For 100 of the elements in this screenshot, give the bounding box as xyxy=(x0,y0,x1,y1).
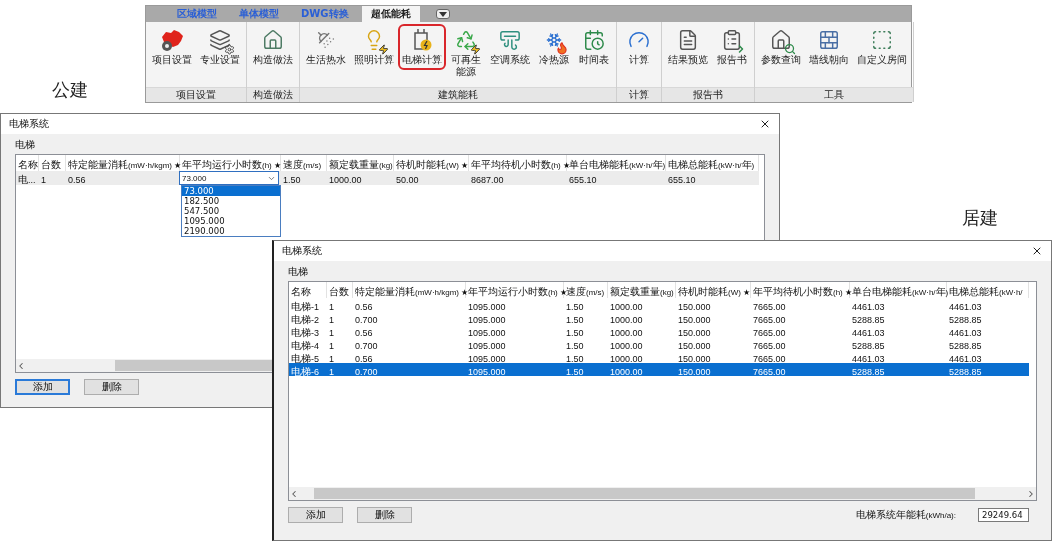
group-label: 工具 xyxy=(755,87,913,102)
ribbon-button[interactable]: 计算 xyxy=(619,24,659,70)
table-cell-text: 4461.03 xyxy=(851,326,885,337)
table-cell-text: 1095.000 xyxy=(467,300,506,311)
horizontal-scrollbar[interactable] xyxy=(289,487,1036,500)
table-cell-text: 150.000 xyxy=(677,352,711,363)
ribbon-button[interactable]: 照明计算 xyxy=(350,24,398,70)
window-title: 电梯系统 xyxy=(9,117,49,131)
group-label: 计算 xyxy=(617,87,661,102)
table-cell-text: 150.000 xyxy=(677,326,711,337)
table-cell-text: 150.000 xyxy=(677,339,711,350)
ribbon-button[interactable]: 项目设置 xyxy=(148,24,196,70)
table-cell-text: 1 xyxy=(328,339,334,350)
table-cell-text: 1.50 xyxy=(565,313,584,324)
table-cell-text: 4461.03 xyxy=(851,352,885,363)
total-label: 电梯系统年能耗(kWh/a): xyxy=(855,508,956,522)
group-label: 报告书 xyxy=(662,87,754,102)
table-cell-text: 1 xyxy=(328,365,334,376)
scroll-left-icon[interactable] xyxy=(289,488,299,499)
table-cell-text: 655.10 xyxy=(667,174,696,184)
ribbon-button[interactable]: 电梯计算 xyxy=(398,24,446,70)
scroll-right-icon[interactable] xyxy=(1026,488,1036,499)
table-cell-text: 电梯-4 xyxy=(290,338,319,350)
table-cell-text: 7665.00 xyxy=(752,339,786,350)
dropdown-option[interactable]: 73.000 xyxy=(182,186,280,196)
table-cell-text: 1095.000 xyxy=(467,326,506,337)
group-label: 构造做法 xyxy=(247,87,299,102)
table-cell-text: 5288.85 xyxy=(948,365,982,376)
table-cell-text: 1000.00 xyxy=(609,352,643,363)
table-cell-text: 1095.000 xyxy=(467,313,506,324)
table-cell-text: 8687.00 xyxy=(470,174,504,184)
total-field: 29249.64 xyxy=(978,508,1029,522)
group-label: 项目设置 xyxy=(146,87,246,102)
table-cell-text: 0.700 xyxy=(354,339,378,350)
ribbon-button[interactable]: 构造做法 xyxy=(249,24,297,70)
table-cell-text: 电... xyxy=(17,173,36,184)
table-cell-text: 1 xyxy=(40,174,46,184)
table-cell-text: 1.50 xyxy=(565,339,584,350)
table-cell-text: 4461.03 xyxy=(948,300,982,311)
close-icon[interactable] xyxy=(1031,245,1043,257)
ribbon-button[interactable]: 冷热源 xyxy=(534,24,574,70)
table-cell-text: 5288.85 xyxy=(851,313,885,324)
table-cell-text: 1000.00 xyxy=(609,313,643,324)
table-cell-text: 1095.000 xyxy=(467,352,506,363)
table-cell-text: 1000.00 xyxy=(328,174,362,184)
table-cell-text: 50.00 xyxy=(395,174,419,184)
dialog-button[interactable]: 添加 xyxy=(288,507,343,523)
scroll-left-icon[interactable] xyxy=(16,360,26,371)
ribbon-button[interactable]: 空调系统 xyxy=(486,24,534,70)
ribbon-button[interactable]: 自定义房间 xyxy=(853,24,911,70)
group-label: 建筑能耗 xyxy=(300,87,616,102)
table-cell-text: 655.10 xyxy=(568,174,597,184)
table-cell-text: 7665.00 xyxy=(752,300,786,311)
table-cell-text: 1095.000 xyxy=(467,339,506,350)
value-dropdown[interactable]: 73.000 xyxy=(179,171,279,185)
ribbon-button[interactable]: 结果预览 xyxy=(664,24,712,70)
table-cell-text: 1000.00 xyxy=(609,326,643,337)
table-cell-text: 150.000 xyxy=(677,313,711,324)
dialog-button[interactable]: 删除 xyxy=(84,379,139,395)
dialog-button[interactable]: 删除 xyxy=(357,507,412,523)
ribbon-tab[interactable]: 超低能耗 xyxy=(361,6,420,22)
table-cell-text: 1 xyxy=(328,326,334,337)
table-cell-text: 1.50 xyxy=(282,174,301,184)
ribbon-button[interactable]: 可再生能源 xyxy=(446,24,486,82)
dropdown-arrow-icon[interactable] xyxy=(435,9,450,19)
table-cell-text: 4461.03 xyxy=(948,352,982,363)
table-cell-text: 0.56 xyxy=(354,300,373,311)
table-cell-text: 0.56 xyxy=(354,326,373,337)
table-cell-text: 电梯-3 xyxy=(290,325,319,337)
ribbon-button[interactable]: 参数查询 xyxy=(757,24,805,70)
table-cell-text: 7665.00 xyxy=(752,352,786,363)
table-cell-text: 1.50 xyxy=(565,300,584,311)
table-cell-text: 5288.85 xyxy=(948,313,982,324)
table-cell-text: 7665.00 xyxy=(752,326,786,337)
ribbon-button[interactable]: 生活热水 xyxy=(302,24,350,70)
table-cell-text: 0.56 xyxy=(354,352,373,363)
caption: 公建 xyxy=(52,78,88,102)
table-cell-text: 电梯-5 xyxy=(290,351,319,363)
table-cell-text: 150.000 xyxy=(677,300,711,311)
table-cell-text: 1000.00 xyxy=(609,365,643,376)
table-cell-text: 1095.000 xyxy=(467,365,506,376)
table-cell-text: 0.56 xyxy=(67,174,86,184)
table-cell-text: 0.700 xyxy=(354,365,378,376)
caption: 居建 xyxy=(962,206,998,230)
dialog-button[interactable]: 添加 xyxy=(15,379,70,395)
close-icon[interactable] xyxy=(759,118,771,130)
ribbon-button[interactable]: 墙线朝向 xyxy=(805,24,853,70)
table-cell-text: 7665.00 xyxy=(752,365,786,376)
table-cell-text: 电梯-1 xyxy=(290,299,319,311)
ribbon-button[interactable]: 报告书 xyxy=(712,24,752,70)
table-cell-text: 电梯-6 xyxy=(290,364,319,376)
table-cell-text: 5288.85 xyxy=(948,339,982,350)
table-cell-text: 1.50 xyxy=(565,352,584,363)
table-cell-text: 电梯-2 xyxy=(290,312,319,324)
table-cell-text: 4461.03 xyxy=(851,300,885,311)
ribbon-button[interactable]: 专业设置 xyxy=(196,24,244,70)
table-cell-text: 7665.00 xyxy=(752,313,786,324)
table-row[interactable]: 电梯-6 1 0.700 1095.000 1.50 1000.00 150.000 7665.00 5288.85 5288.85 xyxy=(289,363,1029,376)
ribbon-button[interactable]: 时间表 xyxy=(574,24,614,70)
table-cell-text: 5288.85 xyxy=(851,339,885,350)
